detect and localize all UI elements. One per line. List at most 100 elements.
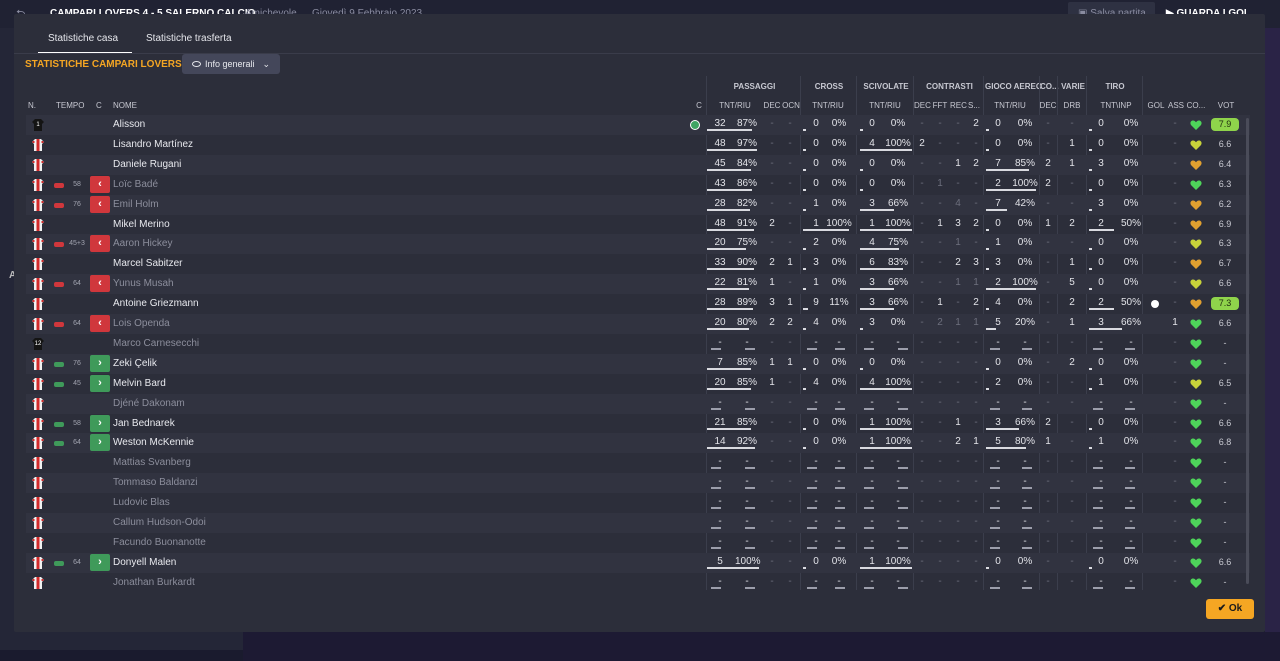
aerial-attempts: 2 <box>995 376 1001 388</box>
condition-heart-icon <box>1190 418 1202 430</box>
pass-ocn: - <box>788 118 792 129</box>
passes-percent: 97% <box>736 137 757 149</box>
player-name[interactable]: Callum Hudson-Odoi <box>113 513 333 533</box>
challenge-stat: - <box>938 356 942 368</box>
shots-percent: - <box>1129 456 1133 468</box>
slides-bar <box>864 527 874 529</box>
player-name[interactable]: Aaron Hickey <box>113 234 333 254</box>
shots-bar <box>1089 308 1114 311</box>
player-name[interactable]: Alisson <box>113 115 333 135</box>
slides-percent: 100% <box>885 436 911 448</box>
passes-bar <box>745 527 755 529</box>
assists: - <box>1173 257 1177 269</box>
aerial-percent: - <box>1023 456 1027 468</box>
slides-bar <box>898 467 908 470</box>
player-name[interactable]: Weston McKennie <box>113 433 333 453</box>
passes-bar <box>711 586 721 589</box>
shots-attempts: 1 <box>1098 436 1104 448</box>
player-name[interactable]: Donyell Malen <box>113 553 333 573</box>
passes-bar <box>745 546 755 549</box>
player-name[interactable]: Tommaso Baldanzi <box>113 473 333 493</box>
passes-bar <box>745 507 755 510</box>
passes-bar <box>745 347 755 350</box>
slides-bar <box>898 586 908 589</box>
aerial-attempts: 3 <box>995 416 1001 428</box>
pass-dec: 2 <box>769 317 775 328</box>
player-rating: 6.3 <box>1218 178 1232 189</box>
shirt-icon <box>31 536 45 550</box>
shirt-icon <box>31 556 45 570</box>
player-name[interactable]: Zeki Çelik <box>113 354 333 374</box>
player-name[interactable]: Melvin Bard <box>113 374 333 394</box>
slides-percent: 0% <box>890 356 906 368</box>
pass-dec: - <box>770 137 774 149</box>
player-name[interactable]: Loïc Badé <box>113 175 333 195</box>
condition-heart-icon <box>1190 139 1202 151</box>
player-name[interactable]: Daniele Rugani <box>113 155 333 175</box>
shots-bar <box>1089 447 1092 450</box>
pass-dec: 2 <box>769 217 775 229</box>
slides-bar <box>860 248 899 251</box>
shirt-icon <box>31 317 45 331</box>
boot-icon <box>54 560 64 566</box>
ok-button[interactable]: ✔ Ok <box>1206 599 1254 619</box>
slides-bar <box>860 228 912 231</box>
challenge-stat: - <box>938 257 942 269</box>
crosses-percent: - <box>837 516 841 527</box>
player-name[interactable]: Facundo Buonanotte <box>113 533 333 553</box>
group-header: CROSS <box>814 82 844 91</box>
player-name[interactable]: Ludovic Blas <box>113 493 333 513</box>
player-name[interactable]: Lisandro Martínez <box>113 135 333 155</box>
view-dropdown[interactable]: Info generali ⌄ <box>182 54 280 74</box>
challenge-stat: - <box>938 118 942 129</box>
slides-percent: 0% <box>890 157 906 169</box>
boot-icon <box>54 242 64 248</box>
passes-attempts: 48 <box>714 137 726 149</box>
aerial-attempts: 5 <box>995 436 1001 448</box>
pass-dec: - <box>770 516 774 527</box>
tab-away-stats[interactable]: Statistiche trasferta <box>146 26 232 54</box>
challenge-stat: - <box>956 297 960 309</box>
shots-bar <box>1089 268 1092 271</box>
shots-percent: - <box>1129 516 1133 527</box>
crosses-percent: 0% <box>831 257 847 269</box>
shirt-icon <box>31 576 45 590</box>
player-name[interactable]: Emil Holm <box>113 195 333 215</box>
player-name[interactable]: Mattias Svanberg <box>113 453 333 473</box>
column-header: N. <box>28 101 36 110</box>
player-name[interactable]: Yunus Musah <box>113 274 333 294</box>
shots-bar <box>1125 407 1135 410</box>
passes-percent: 90% <box>736 257 757 269</box>
passes-bar <box>707 427 752 430</box>
crosses-bar <box>807 586 817 589</box>
challenge-stat: - <box>938 396 942 408</box>
player-name[interactable]: Mikel Merino <box>113 215 333 235</box>
pass-dec: - <box>770 416 774 428</box>
crosses-attempts: 0 <box>813 118 819 129</box>
tab-home-stats[interactable]: Statistiche casa <box>38 26 132 54</box>
player-rating: 6.4 <box>1218 158 1232 169</box>
passes-percent: - <box>745 456 749 468</box>
player-name[interactable]: Marcel Sabitzer <box>113 254 333 274</box>
challenge-stat: - <box>920 217 924 229</box>
player-name[interactable]: Marco Carnesecchi <box>113 334 333 354</box>
shirt-icon <box>31 397 45 411</box>
shirt-icon <box>31 476 45 490</box>
sub-minute: 76 <box>73 359 81 367</box>
scrollbar[interactable] <box>1246 118 1249 584</box>
passes-bar <box>711 546 721 549</box>
player-name[interactable]: Djéné Dakonam <box>113 394 333 414</box>
pass-ocn: - <box>788 217 792 229</box>
player-name[interactable]: Antoine Griezmann <box>113 294 333 314</box>
crosses-bar <box>807 407 817 410</box>
challenge-stat: - <box>920 277 924 289</box>
co-stat: - <box>1046 297 1050 309</box>
player-name[interactable]: Jonathan Burkardt <box>113 573 333 593</box>
pass-ocn: - <box>788 416 792 428</box>
challenge-stat: 1 <box>955 237 961 249</box>
player-name[interactable]: Jan Bednarek <box>113 414 333 434</box>
shots-percent: 0% <box>1123 157 1139 169</box>
player-name[interactable]: Lois Openda <box>113 314 333 334</box>
condition-heart-icon <box>1190 119 1202 131</box>
crosses-attempts: - <box>814 396 818 408</box>
